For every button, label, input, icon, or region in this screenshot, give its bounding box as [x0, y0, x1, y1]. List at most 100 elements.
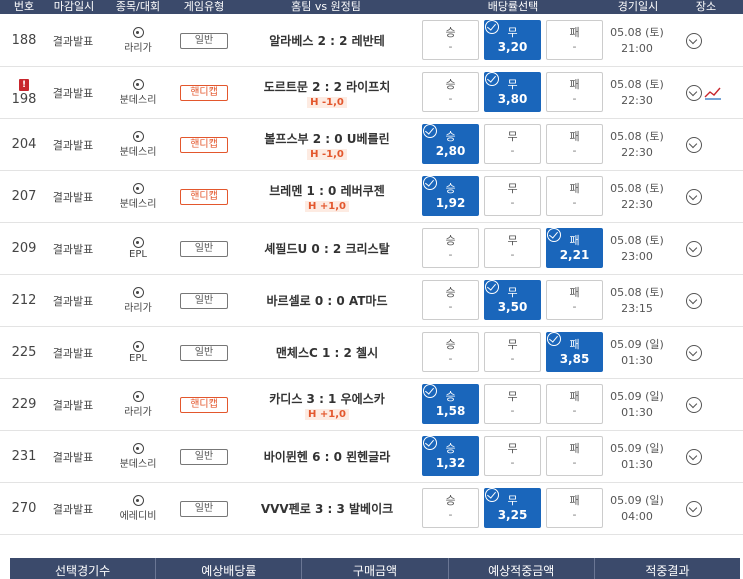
- chevron-down-icon[interactable]: [686, 136, 702, 153]
- place-cell: [680, 119, 740, 170]
- place-cell: [680, 431, 740, 482]
- chevron-down-icon[interactable]: [686, 500, 702, 517]
- game-number: 209: [11, 241, 37, 256]
- league-cell: EPL: [112, 223, 164, 274]
- odds-draw-value: -: [510, 404, 515, 417]
- odds-draw-button[interactable]: 무 -: [484, 436, 541, 476]
- odds-lose-button[interactable]: 패 2,21: [546, 228, 603, 268]
- trend-chart-icon[interactable]: [704, 86, 722, 100]
- league-name: 분데스리: [119, 147, 157, 158]
- match-teams-score: 맨체스C 1 : 2 첼시: [275, 346, 379, 360]
- odds-lose-button[interactable]: 패 -: [546, 436, 603, 476]
- match-time: 21:00: [621, 41, 653, 55]
- odds-win-button[interactable]: 승 -: [422, 72, 479, 112]
- col-header-close: 마감일시: [53, 0, 95, 13]
- odds-lose-button[interactable]: 패 -: [546, 488, 603, 528]
- game-type-cell: 일반: [178, 483, 230, 534]
- chevron-down-icon[interactable]: [686, 292, 702, 309]
- match-datetime: 05.09 (일) 04:00: [606, 483, 668, 534]
- odds-win-value: 1,32: [435, 456, 466, 470]
- odds-draw-label: 무: [507, 234, 518, 247]
- odds-win-button[interactable]: 승 1,32: [422, 436, 479, 476]
- game-number-cell: 207: [0, 171, 48, 222]
- soccer-ball-icon: [132, 27, 144, 38]
- chevron-down-icon[interactable]: [686, 84, 702, 101]
- table-row: 204 결과발표 분데스리 핸디캡 볼프스부 2 : 0 U베를린 H -1,0…: [0, 119, 743, 171]
- odds-draw-button[interactable]: 무 3,20: [484, 20, 541, 60]
- odds-lose-value: -: [572, 196, 577, 209]
- odds-draw-value: -: [510, 456, 515, 469]
- odds-draw-button[interactable]: 무 3,25: [484, 488, 541, 528]
- odds-draw-button[interactable]: 무 -: [484, 124, 541, 164]
- odds-draw-button[interactable]: 무 3,50: [484, 280, 541, 320]
- match-cell: 맨체스C 1 : 2 첼시: [236, 327, 418, 378]
- odds-draw-value: -: [510, 196, 515, 209]
- odds-lose-button[interactable]: 패 -: [546, 20, 603, 60]
- odds-win-button[interactable]: 승 -: [422, 488, 479, 528]
- chevron-down-icon[interactable]: [686, 396, 702, 413]
- close-status: 결과발표: [52, 190, 94, 204]
- table-row: 229 결과발표 라리가 핸디캡 카디스 3 : 1 우에스카 H +1,0 승…: [0, 379, 743, 431]
- odds-win-button[interactable]: 승 -: [422, 228, 479, 268]
- odds-lose-label: 패: [569, 78, 580, 91]
- league-name: 라리가: [124, 303, 152, 314]
- game-type-badge: 일반: [180, 500, 228, 517]
- table-row: ! 198 결과발표 분데스리 핸디캡 도르트문 2 : 2 라이프치 H -1…: [0, 67, 743, 119]
- odds-draw-value: -: [510, 248, 515, 261]
- col-header-match: 홈팀 vs 원정팀: [291, 0, 361, 13]
- odds-draw-value: 3,80: [497, 92, 528, 106]
- odds-win-button[interactable]: 승 -: [422, 20, 479, 60]
- game-number-cell: 231: [0, 431, 48, 482]
- summary-purchase-amount: 구매금액: [302, 558, 449, 579]
- odds-lose-button[interactable]: 패 3,85: [546, 332, 603, 372]
- odds-win-button[interactable]: 승 -: [422, 332, 479, 372]
- odds-draw-button[interactable]: 무 -: [484, 332, 541, 372]
- chevron-down-icon[interactable]: [686, 32, 702, 49]
- odds-lose-button[interactable]: 패 -: [546, 384, 603, 424]
- soccer-ball-icon: [132, 183, 144, 194]
- match-time: 22:30: [621, 197, 653, 211]
- match-teams-score: VVV펜로 3 : 3 발베이크: [260, 502, 394, 516]
- chevron-down-icon[interactable]: [686, 188, 702, 205]
- soccer-ball-icon: [132, 237, 144, 248]
- odds-win-button[interactable]: 승 1,92: [422, 176, 479, 216]
- game-number: 231: [11, 449, 37, 464]
- match-teams-score: 볼프스부 2 : 0 U베를린: [264, 131, 390, 146]
- game-number: 207: [11, 189, 37, 204]
- odds-draw-button[interactable]: 무 -: [484, 384, 541, 424]
- check-icon: [485, 488, 499, 502]
- table-row: 212 결과발표 라리가 일반 바르셀로 0 : 0 AT마드 승 - 무 3,…: [0, 275, 743, 327]
- odds-draw-button[interactable]: 무 3,80: [484, 72, 541, 112]
- summary-expected-odds: 예상배당률: [156, 558, 303, 579]
- odds-draw-button[interactable]: 무 -: [484, 228, 541, 268]
- odds-lose-button[interactable]: 패 -: [546, 124, 603, 164]
- soccer-ball-icon: [132, 443, 144, 454]
- odds-lose-button[interactable]: 패 -: [546, 176, 603, 216]
- odds-win-button[interactable]: 승 1,58: [422, 384, 479, 424]
- match-date: 05.08 (토): [610, 77, 664, 91]
- odds-lose-label: 패: [569, 442, 580, 455]
- odds-lose-label: 패: [569, 130, 580, 143]
- match-datetime: 05.08 (토) 22:30: [606, 67, 668, 118]
- match-date: 05.08 (토): [610, 233, 664, 247]
- chevron-down-icon[interactable]: [686, 240, 702, 257]
- odds-lose-button[interactable]: 패 -: [546, 280, 603, 320]
- match-time: 23:15: [621, 301, 653, 315]
- chevron-down-icon[interactable]: [686, 448, 702, 465]
- odds-lose-label: 패: [569, 182, 580, 195]
- handicap-line: H -1,0: [307, 148, 347, 160]
- game-number-cell: 188: [0, 15, 48, 66]
- odds-win-label: 승: [445, 130, 456, 143]
- odds-lose-button[interactable]: 패 -: [546, 72, 603, 112]
- summary-selected-count: 선택경기수: [10, 558, 157, 579]
- odds-draw-button[interactable]: 무 -: [484, 176, 541, 216]
- table-row: 270 결과발표 에레디비 일반 VVV펜로 3 : 3 발베이크 승 - 무 …: [0, 483, 743, 535]
- league-name: 에레디비: [119, 511, 157, 522]
- odds-win-button[interactable]: 승 2,80: [422, 124, 479, 164]
- odds-win-button[interactable]: 승 -: [422, 280, 479, 320]
- warning-icon[interactable]: !: [19, 78, 29, 91]
- odds-lose-value: -: [572, 40, 577, 53]
- match-cell: VVV펜로 3 : 3 발베이크: [236, 483, 418, 534]
- match-datetime: 05.08 (토) 23:15: [606, 275, 668, 326]
- chevron-down-icon[interactable]: [686, 344, 702, 361]
